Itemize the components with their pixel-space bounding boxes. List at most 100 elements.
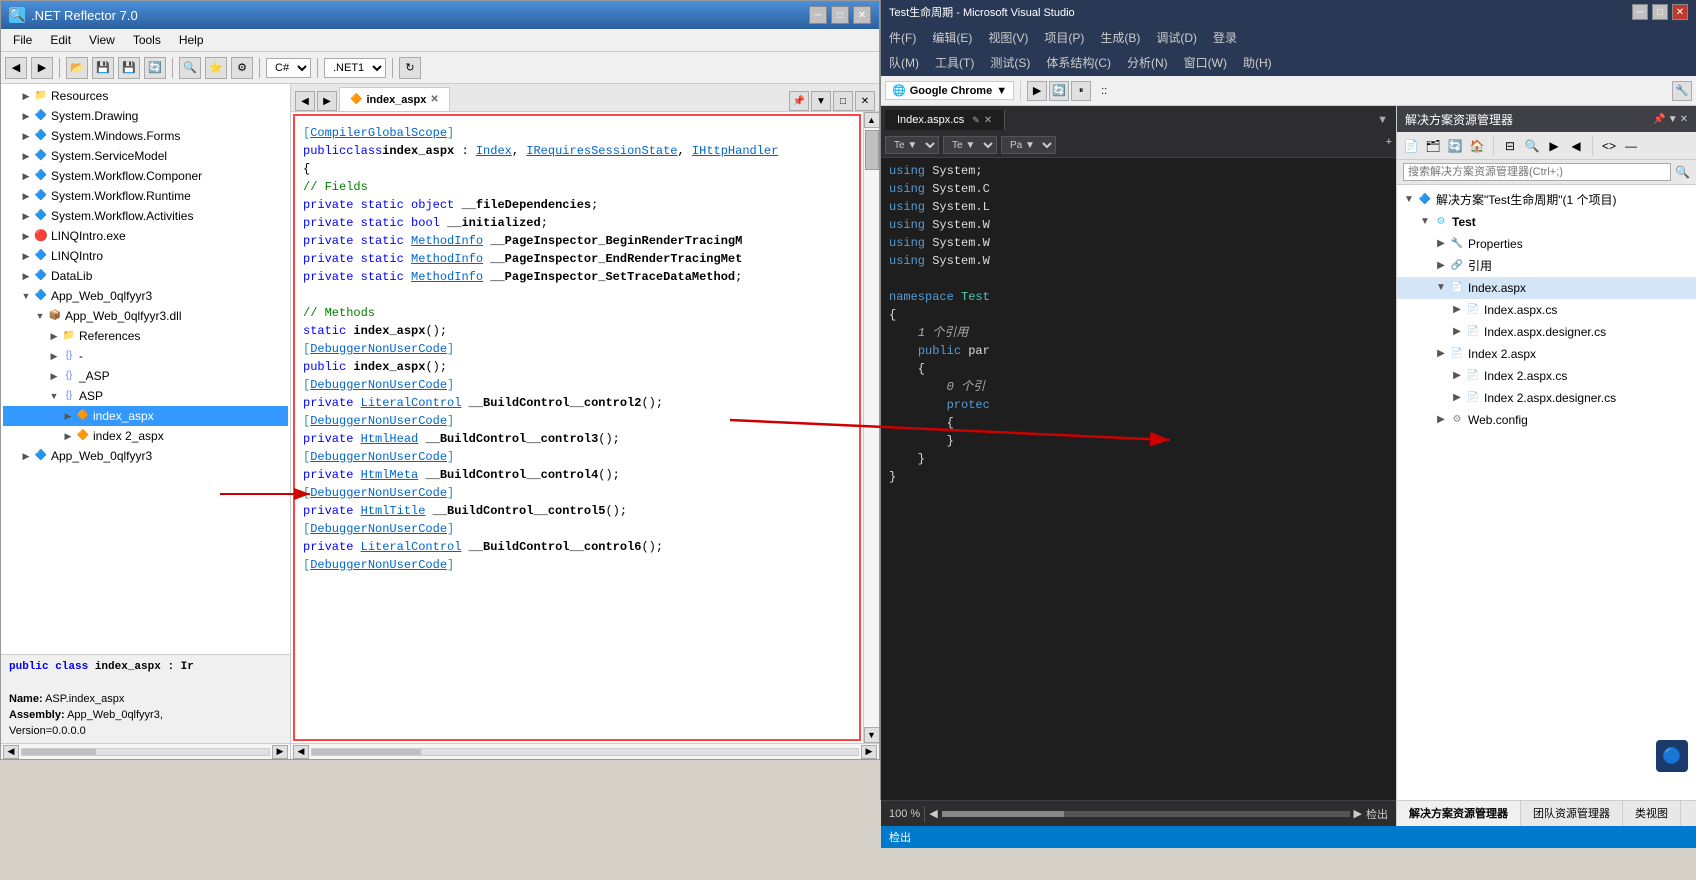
scroll-left-btn[interactable]: ◀ (3, 745, 19, 759)
tree-item-index-aspx[interactable]: ▶ 🔶 index_aspx (3, 406, 288, 426)
vs-menu-test[interactable]: 测试(S) (986, 52, 1034, 73)
se-pin-btn[interactable]: 📌 (1653, 114, 1665, 125)
se-item-index-aspx[interactable]: ▼ 📄 Index.aspx (1397, 277, 1696, 299)
se-tab-solution[interactable]: 解决方案资源管理器 (1397, 801, 1521, 826)
se-code-btn[interactable]: <> (1599, 136, 1619, 156)
tree-item-winforms[interactable]: ▶ 🔷 System.Windows.Forms (3, 126, 288, 146)
pin-btn[interactable]: 📌 (789, 91, 809, 111)
se-search-input[interactable] (1403, 163, 1671, 181)
se-forward-btn[interactable]: ▶ (1544, 136, 1564, 156)
expand-icon[interactable]: ▶ (47, 349, 61, 363)
se-expand-icon[interactable]: ▶ (1449, 390, 1465, 406)
expand-icon[interactable]: ▶ (19, 229, 33, 243)
se-expand-icon[interactable]: ▶ (1433, 412, 1449, 428)
tree-item-linqintro[interactable]: ▶ 🔷 LINQIntro (3, 246, 288, 266)
se-filter-btn[interactable]: 🔍 (1522, 136, 1542, 156)
vs-menu-project[interactable]: 项目(P) (1040, 27, 1088, 48)
vs-close-btn[interactable]: ✕ (1672, 4, 1688, 20)
pause-btn[interactable]: ⏸ (1071, 81, 1091, 101)
method-selector[interactable]: Te ▼ (943, 136, 997, 154)
se-item-index-aspx-cs[interactable]: ▶ 📄 Index.aspx.cs (1397, 299, 1696, 321)
se-files-btn[interactable]: 🗂 (1423, 136, 1443, 156)
tree-item-workflow-comp[interactable]: ▶ 🔷 System.Workflow.Componer (3, 166, 288, 186)
close-tab-btn[interactable]: ✕ (855, 91, 875, 111)
expand-icon[interactable]: ▶ (19, 149, 33, 163)
expand-icon[interactable]: ▶ (19, 189, 33, 203)
tree-item-asp[interactable]: ▼ {} ASP (3, 386, 288, 406)
menu-view[interactable]: View (81, 31, 123, 49)
se-item-webconfig[interactable]: ▶ ⚙ Web.config (1397, 409, 1696, 431)
expand-icon[interactable]: ▶ (19, 269, 33, 283)
se-expand-icon[interactable]: ▶ (1449, 302, 1465, 318)
float-btn[interactable]: □ (833, 91, 853, 111)
close-button[interactable]: ✕ (853, 6, 871, 24)
se-backward-btn[interactable]: ◀ (1566, 136, 1586, 156)
scope-selector[interactable]: Pa ▼ (1001, 136, 1056, 154)
se-item-solution[interactable]: ▼ 🔷 解决方案"Test生命周期"(1 个项目) (1397, 189, 1696, 211)
se-expand-icon[interactable]: ▼ (1401, 192, 1417, 208)
vs-menu-login[interactable]: 登录 (1209, 27, 1241, 48)
editor-content[interactable]: using System; using System.C using Syste… (881, 158, 1396, 800)
class-selector[interactable]: Te ▼ (885, 136, 939, 154)
se-expand-icon[interactable]: ▶ (1449, 324, 1465, 340)
se-item-index-designer[interactable]: ▶ 📄 Index.aspx.designer.cs (1397, 321, 1696, 343)
scroll-track[interactable] (21, 748, 270, 756)
star-button[interactable]: ⭐ (205, 57, 227, 79)
se-home-btn[interactable]: 🏠 (1467, 136, 1487, 156)
scroll-track[interactable] (311, 748, 859, 756)
vs-menu-arch[interactable]: 体系结构(C) (1042, 52, 1115, 73)
vs-menu-window[interactable]: 窗口(W) (1180, 52, 1231, 73)
zoom-track[interactable] (942, 811, 1350, 817)
open-button[interactable]: 📂 (66, 57, 88, 79)
se-expand-icon[interactable]: ▶ (1433, 236, 1449, 252)
expand-icon[interactable]: ▶ (19, 169, 33, 183)
se-collapse-btn[interactable]: ⊟ (1500, 136, 1520, 156)
se-expand-icon[interactable]: ▶ (1433, 346, 1449, 362)
connect-btn[interactable]: 🔵 (1656, 740, 1688, 772)
tree-item-servicemodel[interactable]: ▶ 🔷 System.ServiceModel (3, 146, 288, 166)
run-btn[interactable]: ▶ (1027, 81, 1047, 101)
expand-icon[interactable]: ▼ (33, 309, 47, 323)
se-item-index2-aspx[interactable]: ▶ 📄 Index 2.aspx (1397, 343, 1696, 365)
tree-item-minus[interactable]: ▶ {} - (3, 346, 288, 366)
menu-tools[interactable]: Tools (125, 31, 169, 49)
se-expand-icon[interactable]: ▼ (1417, 214, 1433, 230)
expand-btn[interactable]: + (1386, 136, 1392, 155)
scroll-right-btn[interactable]: ▶ (272, 745, 288, 759)
expand-icon[interactable]: ▶ (19, 249, 33, 263)
zoom-left-btn[interactable]: ◀ (929, 807, 937, 820)
vs-menu-analyze[interactable]: 分析(N) (1123, 52, 1172, 73)
vs-menu-debug[interactable]: 调试(D) (1152, 27, 1201, 48)
nav-forward-btn[interactable]: ▶ (317, 91, 337, 111)
expand-icon[interactable]: ▶ (19, 449, 33, 463)
se-item-index2-designer[interactable]: ▶ 📄 Index 2.aspx.designer.cs (1397, 387, 1696, 409)
se-tab-class[interactable]: 类视图 (1623, 801, 1681, 826)
menu-help[interactable]: Help (171, 31, 212, 49)
tree-item-drawing[interactable]: ▶ 🔷 System.Drawing (3, 106, 288, 126)
tree-item-appweb-dll[interactable]: ▼ 📦 App_Web_0qlfyyr3.dll (3, 306, 288, 326)
vs-menu-team[interactable]: 队(M) (885, 52, 923, 73)
code-editor[interactable]: [CompilerGlobalScope] public class index… (293, 114, 861, 741)
menu-edit[interactable]: Edit (42, 31, 79, 49)
tree-item-index2-aspx[interactable]: ▶ 🔶 index 2_aspx (3, 426, 288, 446)
tree-item-references[interactable]: ▶ 📁 References (3, 326, 288, 346)
editor-tab-index[interactable]: Index.aspx.cs ✎ ✕ (885, 110, 1005, 130)
zoom-right-btn[interactable]: ▶ (1354, 807, 1362, 820)
expand-icon[interactable]: ▶ (61, 409, 75, 423)
code-link[interactable]: CompilerGlobalScope (310, 126, 447, 140)
reload-btn[interactable]: 🔄 (1049, 81, 1069, 101)
menu-btn[interactable]: ▼ (811, 91, 831, 111)
expand-icon[interactable]: ▼ (19, 289, 33, 303)
maximize-button[interactable]: □ (831, 6, 849, 24)
expand-icon[interactable]: ▶ (19, 129, 33, 143)
expand-icon[interactable]: ▶ (19, 109, 33, 123)
vs-menu-edit[interactable]: 编辑(E) (928, 27, 976, 48)
tree-item-datalib[interactable]: ▶ 🔷 DataLib (3, 266, 288, 286)
expand-icon[interactable]: ▼ (47, 389, 61, 403)
se-expand-icon[interactable]: ▼ (1433, 280, 1449, 296)
se-item-references[interactable]: ▶ 🔗 引用 (1397, 255, 1696, 277)
expand-icon[interactable]: ▶ (61, 429, 75, 443)
se-tab-team[interactable]: 团队资源管理器 (1521, 801, 1623, 826)
decompile-button[interactable]: ↻ (399, 57, 421, 79)
vs-maximize-btn[interactable]: □ (1652, 4, 1668, 20)
